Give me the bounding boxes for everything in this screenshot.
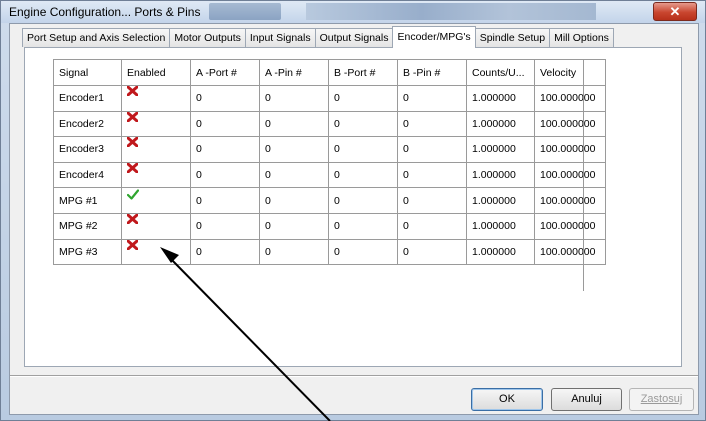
enabled-cell[interactable] bbox=[121, 161, 191, 189]
signal-cell[interactable]: MPG #3 bbox=[53, 238, 122, 266]
a-port-cell[interactable]: 0 bbox=[190, 136, 260, 163]
enabled-cell[interactable] bbox=[121, 238, 191, 266]
red-x-icon[interactable] bbox=[127, 111, 138, 122]
b-pin-cell[interactable]: 0 bbox=[397, 212, 467, 240]
tab-spindle-setup[interactable]: Spindle Setup bbox=[474, 28, 551, 47]
ok-button[interactable]: OK bbox=[471, 388, 543, 411]
title-bar[interactable]: Engine Configuration... Ports & Pins ✕ bbox=[1, 1, 705, 23]
table-row[interactable]: Encoder1 0 0 0 0 1.000000 100.000000 bbox=[53, 85, 606, 112]
tab-panel-encoder-mpgs: Signal Enabled A -Port # A -Pin # B -Port # B… bbox=[24, 47, 682, 367]
green-check-icon[interactable] bbox=[127, 189, 139, 200]
red-x-icon[interactable] bbox=[127, 137, 138, 148]
grid-header-row: Signal Enabled A -Port # A -Pin # B -Port # B… bbox=[53, 59, 606, 86]
table-row[interactable]: Encoder4 0 0 0 0 1.000000 100.000000 bbox=[53, 161, 606, 189]
tab-port-setup-and-axis-selection[interactable]: Port Setup and Axis Selection bbox=[22, 28, 171, 47]
red-x-icon[interactable] bbox=[127, 86, 138, 97]
a-port-cell[interactable]: 0 bbox=[190, 187, 260, 214]
signal-cell[interactable]: MPG #2 bbox=[53, 212, 122, 240]
b-pin-cell[interactable]: 0 bbox=[397, 187, 467, 214]
tab-input-signals[interactable]: Input Signals bbox=[244, 28, 316, 47]
b-pin-cell[interactable]: 0 bbox=[397, 161, 467, 189]
grid-right-edge bbox=[583, 59, 604, 291]
a-pin-cell[interactable]: 0 bbox=[259, 85, 329, 112]
titlebar-background bbox=[306, 3, 596, 20]
config-window: Engine Configuration... Ports & Pins ✕ P… bbox=[0, 0, 706, 421]
tab-motor-outputs[interactable]: Motor Outputs bbox=[169, 28, 246, 47]
b-pin-cell[interactable]: 0 bbox=[397, 110, 467, 138]
counts-cell[interactable]: 1.000000 bbox=[466, 238, 535, 266]
column-header[interactable]: Counts/U... bbox=[466, 59, 535, 86]
column-header[interactable]: B -Port # bbox=[328, 59, 398, 86]
column-header[interactable]: B -Pin # bbox=[397, 59, 467, 86]
red-x-icon[interactable] bbox=[127, 163, 138, 174]
dialog-client-area: Port Setup and Axis Selection Motor Outpu… bbox=[9, 23, 699, 415]
apply-button[interactable]: Zastosuj bbox=[629, 388, 694, 411]
column-header[interactable]: A -Pin # bbox=[259, 59, 329, 86]
tab-mill-options[interactable]: Mill Options bbox=[549, 28, 614, 47]
table-row[interactable]: Encoder3 0 0 0 0 1.000000 100.000000 bbox=[53, 136, 606, 163]
red-x-icon[interactable] bbox=[127, 214, 138, 225]
a-pin-cell[interactable]: 0 bbox=[259, 238, 329, 266]
cancel-button[interactable]: Anuluj bbox=[551, 388, 622, 411]
b-pin-cell[interactable]: 0 bbox=[397, 136, 467, 163]
column-header[interactable]: Enabled bbox=[121, 59, 191, 86]
counts-cell[interactable]: 1.000000 bbox=[466, 110, 535, 138]
a-port-cell[interactable]: 0 bbox=[190, 110, 260, 138]
divider bbox=[10, 375, 698, 377]
table-row[interactable]: Encoder2 0 0 0 0 1.000000 100.000000 bbox=[53, 110, 606, 138]
column-header[interactable]: A -Port # bbox=[190, 59, 260, 86]
red-x-icon[interactable] bbox=[127, 239, 138, 250]
table-row[interactable]: MPG #3 0 0 0 0 1.000000 100.000000 bbox=[53, 238, 606, 266]
window-title: Engine Configuration... Ports & Pins bbox=[9, 5, 201, 19]
b-port-cell[interactable]: 0 bbox=[328, 161, 398, 189]
tab-output-signals[interactable]: Output Signals bbox=[314, 28, 394, 47]
b-port-cell[interactable]: 0 bbox=[328, 238, 398, 266]
enabled-cell[interactable] bbox=[121, 110, 191, 138]
tab-encoder-mpg-s[interactable]: Encoder/MPG's bbox=[392, 26, 476, 48]
a-port-cell[interactable]: 0 bbox=[190, 238, 260, 266]
signal-cell[interactable]: Encoder1 bbox=[53, 85, 122, 112]
tab-strip: Port Setup and Axis Selection Motor Outpu… bbox=[22, 26, 614, 48]
counts-cell[interactable]: 1.000000 bbox=[466, 212, 535, 240]
enabled-cell[interactable] bbox=[121, 187, 191, 214]
signal-cell[interactable]: Encoder2 bbox=[53, 110, 122, 138]
close-button[interactable]: ✕ bbox=[653, 2, 697, 21]
a-port-cell[interactable]: 0 bbox=[190, 85, 260, 112]
signal-cell[interactable]: Encoder3 bbox=[53, 136, 122, 163]
enabled-cell[interactable] bbox=[121, 212, 191, 240]
counts-cell[interactable]: 1.000000 bbox=[466, 136, 535, 163]
a-port-cell[interactable]: 0 bbox=[190, 161, 260, 189]
titlebar-background bbox=[209, 3, 281, 20]
column-header[interactable]: Signal bbox=[53, 59, 122, 86]
table-row[interactable]: MPG #2 0 0 0 0 1.000000 100.000000 bbox=[53, 212, 606, 240]
a-port-cell[interactable]: 0 bbox=[190, 212, 260, 240]
b-port-cell[interactable]: 0 bbox=[328, 85, 398, 112]
counts-cell[interactable]: 1.000000 bbox=[466, 161, 535, 189]
b-pin-cell[interactable]: 0 bbox=[397, 238, 467, 266]
signal-cell[interactable]: Encoder4 bbox=[53, 161, 122, 189]
enabled-cell[interactable] bbox=[121, 136, 191, 163]
b-port-cell[interactable]: 0 bbox=[328, 110, 398, 138]
b-port-cell[interactable]: 0 bbox=[328, 187, 398, 214]
b-port-cell[interactable]: 0 bbox=[328, 212, 398, 240]
a-pin-cell[interactable]: 0 bbox=[259, 187, 329, 214]
b-pin-cell[interactable]: 0 bbox=[397, 85, 467, 112]
counts-cell[interactable]: 1.000000 bbox=[466, 187, 535, 214]
counts-cell[interactable]: 1.000000 bbox=[466, 85, 535, 112]
table-row[interactable]: MPG #1 0 0 0 0 1.000000 100.000000 bbox=[53, 187, 606, 214]
enabled-cell[interactable] bbox=[121, 85, 191, 112]
a-pin-cell[interactable]: 0 bbox=[259, 161, 329, 189]
close-icon: ✕ bbox=[669, 4, 681, 19]
encoder-grid: Signal Enabled A -Port # A -Pin # B -Port # B… bbox=[53, 59, 606, 266]
b-port-cell[interactable]: 0 bbox=[328, 136, 398, 163]
signal-cell[interactable]: MPG #1 bbox=[53, 187, 122, 214]
a-pin-cell[interactable]: 0 bbox=[259, 110, 329, 138]
a-pin-cell[interactable]: 0 bbox=[259, 136, 329, 163]
a-pin-cell[interactable]: 0 bbox=[259, 212, 329, 240]
